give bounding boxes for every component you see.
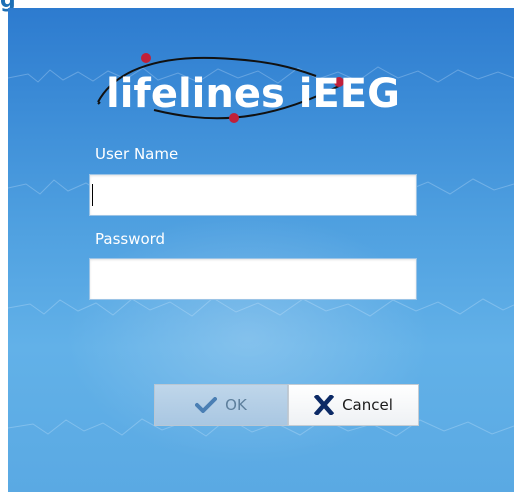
username-input[interactable] [89, 174, 417, 216]
password-input[interactable] [89, 258, 417, 300]
checkmark-icon [195, 397, 218, 413]
lifelines-ieeg-logo: lifelines iEEG [97, 53, 400, 123]
ok-button-label: OK [225, 396, 247, 414]
logo-text: lifelines iEEG [106, 71, 400, 117]
x-icon [314, 395, 335, 415]
cancel-button-label: Cancel [342, 396, 393, 414]
username-label: User Name [95, 145, 179, 163]
login-dialog: lifelines iEEG User Name Password OK Can… [8, 8, 514, 492]
password-label: Password [95, 230, 166, 248]
text-caret [92, 184, 93, 206]
ok-button[interactable]: OK [154, 384, 288, 426]
cancel-button[interactable]: Cancel [288, 384, 419, 426]
login-window: g lifelines iEEG User Name Password OK C… [0, 0, 514, 492]
